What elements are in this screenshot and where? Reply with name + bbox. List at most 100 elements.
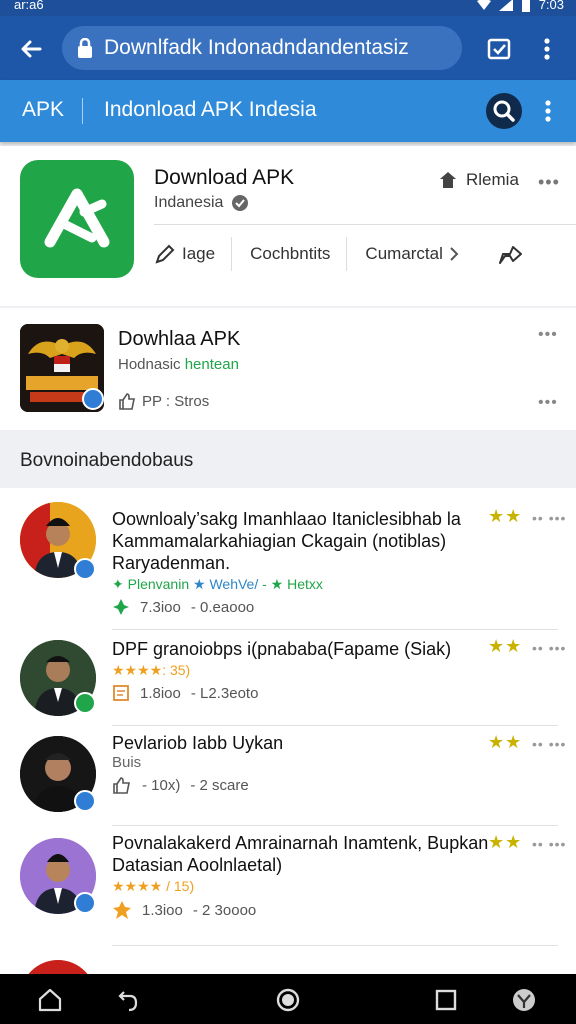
home-circle-icon[interactable] bbox=[274, 986, 302, 1014]
undo-icon[interactable] bbox=[114, 986, 142, 1014]
document-icon bbox=[113, 685, 129, 701]
like-action[interactable]: Iage bbox=[154, 237, 231, 271]
list-item[interactable]: Povnalakakerd Amrainarnah Inamtenk, Bupk… bbox=[0, 826, 576, 946]
assistant-icon[interactable] bbox=[510, 986, 538, 1014]
promo-sub-highlight: hentean bbox=[184, 356, 239, 373]
item-more-icon[interactable]: •• ••• bbox=[532, 510, 566, 526]
chevron-right-icon bbox=[450, 247, 459, 261]
item-title: Povnalakakerd Amrainarnah Inamtenk, Bupk… bbox=[112, 833, 489, 875]
signal-icon bbox=[498, 0, 513, 11]
item-subtitle: Buis bbox=[112, 754, 142, 771]
search-icon bbox=[493, 100, 515, 122]
app-region: Indanesia bbox=[154, 194, 224, 211]
leaf-icon bbox=[113, 599, 129, 615]
recents-icon[interactable] bbox=[432, 986, 460, 1014]
lock-icon bbox=[78, 38, 92, 58]
apk-logo-icon bbox=[44, 188, 110, 248]
item-rating-stars: ★★ bbox=[488, 506, 523, 526]
promo-more-icon-2[interactable]: ••• bbox=[538, 394, 558, 412]
list-item-partial[interactable] bbox=[0, 956, 576, 974]
app-list: Oownloaly’sakg Imanhlaao Itaniclesibhab … bbox=[0, 488, 576, 974]
list-item[interactable]: DPF granoiobps i(pnababa(Fapame (Siak) ★… bbox=[0, 630, 576, 726]
home-badge-icon bbox=[440, 172, 456, 188]
promo-badge bbox=[82, 388, 104, 410]
contents-action[interactable]: Cochbntits bbox=[250, 237, 346, 271]
item-meta: 7.3ioo - 0.eaooo bbox=[112, 598, 254, 616]
edit-icon bbox=[155, 244, 175, 264]
comments-action[interactable]: Cumarctal bbox=[365, 237, 474, 271]
item-tagline: ✦ Plenvanin ★ WehVe/ - ★ Hetxx bbox=[112, 576, 323, 593]
contents-action-label: Cochbntits bbox=[250, 244, 331, 263]
tabs-icon[interactable] bbox=[486, 36, 512, 62]
item-more-icon[interactable]: •• ••• bbox=[532, 640, 566, 656]
item-rating-stars: ★★ bbox=[488, 832, 523, 852]
verified-icon bbox=[232, 195, 249, 211]
site-brand[interactable]: APK bbox=[22, 98, 64, 122]
item-divider bbox=[112, 945, 558, 946]
item-meta: - 10x) - 2 scare bbox=[112, 776, 249, 794]
item-meta: 1.8ioo - L2.3eoto bbox=[112, 684, 258, 702]
avatar bbox=[20, 960, 96, 974]
item-title: Oownloaly’sakg Imanhlaao Itaniclesibhab … bbox=[112, 509, 461, 573]
list-item[interactable]: Pevlariob Iabb Uykan Buis - 10x) - 2 sca… bbox=[0, 726, 576, 826]
avatar-badge bbox=[74, 790, 96, 812]
thumbs-up-icon bbox=[119, 393, 135, 410]
site-title: Indonload APK Indesia bbox=[104, 98, 317, 121]
app-icon[interactable] bbox=[20, 160, 134, 278]
promo-sub-text: Hodnasic bbox=[118, 356, 181, 373]
item-rating-stars: ★★ bbox=[488, 732, 523, 752]
back-arrow-icon[interactable] bbox=[16, 34, 46, 64]
hero-actions: Iage Cochbntits Cumarctal bbox=[154, 234, 576, 274]
action-divider bbox=[231, 237, 233, 271]
like-action-label: Iage bbox=[182, 244, 216, 263]
item-meta-b: - 2 3oooo bbox=[192, 901, 257, 919]
item-meta: 1.3ioo - 2 3oooo bbox=[112, 900, 256, 920]
system-nav-bar bbox=[0, 974, 576, 1024]
avatar-badge bbox=[74, 892, 96, 914]
promo-app-name: Dowhlaa APK bbox=[118, 328, 241, 350]
status-bar: ar:a6 7:03 bbox=[0, 0, 576, 16]
header-divider bbox=[82, 98, 83, 124]
tagline-part: ★ WehVe/ bbox=[193, 576, 259, 592]
status-right: 7:03 bbox=[476, 0, 564, 12]
item-more-icon[interactable]: •• ••• bbox=[532, 736, 566, 752]
wifi-icon bbox=[476, 0, 491, 10]
url-field[interactable]: Downlfadk Indonadndandentasiz bbox=[62, 26, 462, 70]
tagline-part: - ★ Hetxx bbox=[262, 576, 323, 592]
item-meta-a: 1.8ioo bbox=[140, 684, 181, 702]
app-name: Download APK bbox=[154, 166, 295, 189]
promo-meta: PP : Stros bbox=[118, 392, 209, 410]
item-stars: ★★★★: 35) bbox=[112, 662, 191, 678]
tagline-part: ✦ Plenvanin bbox=[112, 576, 190, 592]
section-heading: Bovnoinabendobaus bbox=[20, 450, 194, 471]
overflow-menu-icon[interactable] bbox=[534, 36, 560, 62]
item-meta-a: 1.3ioo bbox=[142, 901, 183, 919]
clock-text: 7:03 bbox=[538, 0, 564, 12]
comments-action-label: Cumarctal bbox=[365, 244, 443, 263]
site-header: APK Indonload APK Indesia bbox=[0, 80, 576, 142]
promo-app-card[interactable]: Dowhlaa APK Hodnasic hentean PP : Stros … bbox=[0, 308, 576, 430]
url-text: Downlfadk Indonadndandentasiz bbox=[104, 36, 409, 59]
hero-more-icon[interactable]: ••• bbox=[538, 172, 560, 193]
app-header-card: Download APK Indanesia Rlemia ••• Iage C… bbox=[0, 146, 576, 306]
status-left-text: ar:a6 bbox=[14, 0, 44, 12]
item-rating-stars: ★★ bbox=[488, 636, 523, 656]
promo-app-subtitle: Hodnasic hentean bbox=[118, 356, 239, 373]
item-meta-b: - 2 scare bbox=[190, 776, 249, 794]
avatar-badge bbox=[74, 692, 96, 714]
search-button[interactable] bbox=[486, 93, 522, 129]
promo-more-icon[interactable]: ••• bbox=[538, 326, 558, 344]
item-more-icon[interactable]: •• ••• bbox=[532, 836, 566, 852]
item-title: Pevlariob Iabb Uykan bbox=[112, 733, 284, 753]
hero-divider bbox=[154, 224, 576, 225]
release-tag-label: Rlemia bbox=[466, 170, 519, 189]
share-icon[interactable] bbox=[497, 242, 525, 266]
home-icon[interactable] bbox=[36, 986, 64, 1014]
browser-toolbar: Downlfadk Indonadndandentasiz bbox=[0, 16, 576, 80]
battery-icon bbox=[521, 0, 530, 12]
item-meta-b: - L2.3eoto bbox=[190, 684, 259, 702]
release-tag[interactable]: Rlemia bbox=[438, 170, 519, 190]
header-more-icon[interactable] bbox=[536, 98, 560, 124]
list-item[interactable]: Oownloaly’sakg Imanhlaao Itaniclesibhab … bbox=[0, 488, 576, 630]
item-meta-a: 7.3ioo bbox=[140, 598, 181, 616]
